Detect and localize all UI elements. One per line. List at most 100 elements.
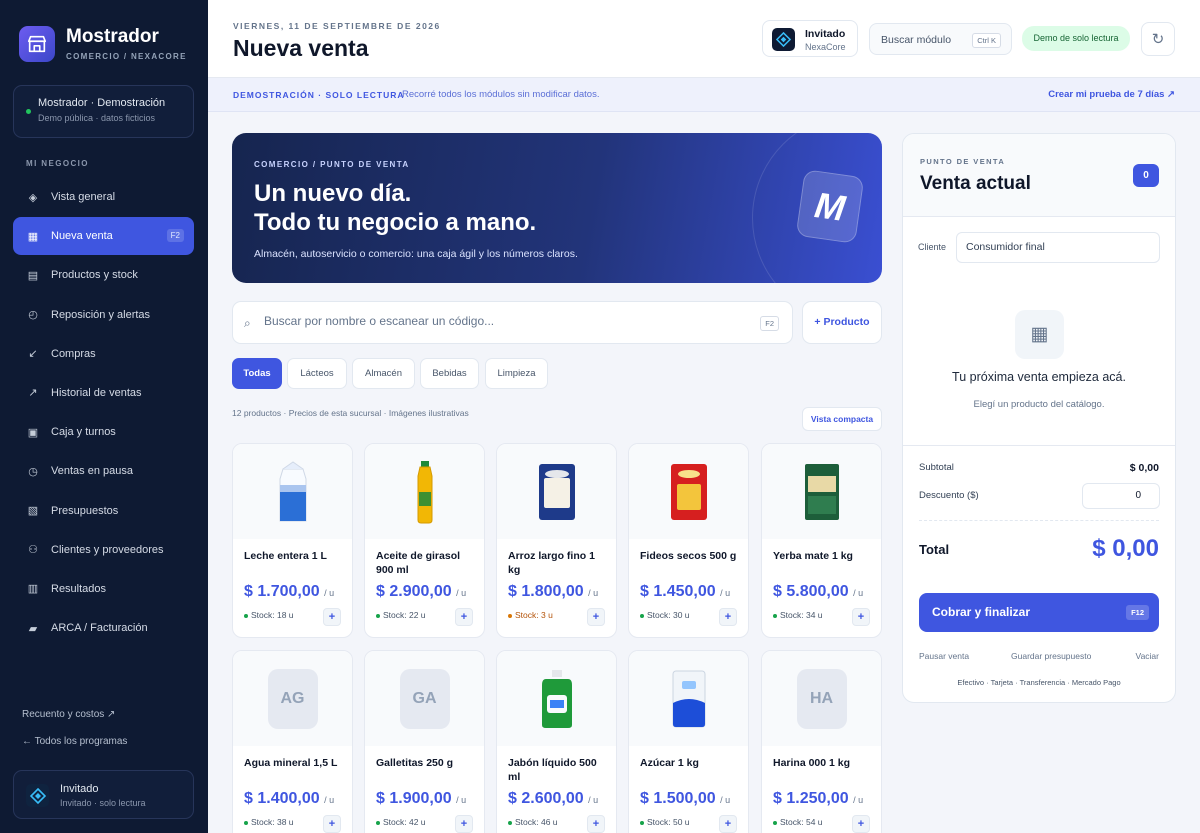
add-to-cart-button[interactable]: + [455, 608, 473, 626]
demo-banner-message: Recorré todos los módulos sin modificar … [402, 89, 600, 100]
add-to-cart-button[interactable]: + [852, 608, 870, 626]
sidebar-item-label: Reposición y alertas [51, 308, 151, 321]
costs-link[interactable]: Recuento y costos ↗ [22, 709, 115, 720]
product-price: $ 1.800,00 / u [508, 583, 599, 600]
product-card[interactable]: Leche entera 1 L $ 1.700,00 / u Stock: 1… [232, 443, 353, 638]
divider [919, 520, 1159, 521]
product-image [629, 651, 748, 746]
shortcut-badge: F2 [760, 316, 779, 331]
divider [903, 445, 1175, 446]
store-icon [19, 26, 55, 62]
product-price: $ 2.900,00 / u [376, 583, 467, 600]
product-card[interactable]: GA Galletitas 250 g $ 1.900,00 / u Stock… [364, 650, 485, 833]
product-search[interactable]: ⌕ F2 [232, 301, 793, 344]
category-limpieza[interactable]: Limpieza [485, 358, 548, 389]
brand-subtitle: COMERCIO / NEXACORE [66, 52, 187, 61]
add-to-cart-button[interactable]: + [323, 608, 341, 626]
category-bebidas[interactable]: Bebidas [420, 358, 479, 389]
product-card[interactable]: AG Agua mineral 1,5 L $ 1.400,00 / u Sto… [232, 650, 353, 833]
yerba-pack-icon [804, 463, 839, 520]
product-stock: Stock: 18 u [244, 610, 294, 620]
product-stock: Stock: 50 u [640, 817, 690, 827]
payment-methods: Efectivo · Tarjeta · Transferencia · Mer… [957, 678, 1121, 687]
table-icon: ▥ [27, 583, 39, 596]
product-card[interactable]: Azúcar 1 kg $ 1.500,00 / u Stock: 50 u + [628, 650, 749, 833]
sidebar-item-historial[interactable]: ↗ Historial de ventas [13, 374, 194, 412]
product-card[interactable]: Jabón líquido 500 ml $ 2.600,00 / u Stoc… [496, 650, 617, 833]
user-card[interactable]: Invitado Invitado · solo lectura [13, 770, 194, 819]
register-icon: ▣ [27, 426, 39, 439]
workspace-selector[interactable]: Mostrador · Demostración Demo pública · … [13, 85, 194, 138]
discount-field[interactable]: 0 [1082, 483, 1160, 509]
sidebar-item-reposicion[interactable]: ◴ Reposición y alertas [13, 296, 194, 334]
product-card[interactable]: Fideos secos 500 g $ 1.450,00 / u Stock:… [628, 443, 749, 638]
product-stock: Stock: 3 u [508, 610, 553, 620]
sidebar-item-caja[interactable]: ▣ Caja y turnos [13, 413, 194, 451]
product-name: Azúcar 1 kg [640, 757, 699, 769]
checkout-label: Cobrar y finalizar [932, 605, 1031, 619]
clear-cart-button[interactable]: Vaciar [1136, 651, 1159, 661]
sidebar-item-nueva-venta[interactable]: ▦ Nueva venta F2 [13, 217, 194, 256]
shortcut-badge: F2 [166, 229, 184, 243]
product-price: $ 1.700,00 / u [244, 583, 335, 600]
sidebar-item-arca[interactable]: ▰ ARCA / Facturación [13, 609, 194, 647]
people-icon: ⚇ [28, 544, 38, 557]
arrow-down-left-icon: ↙ [28, 348, 38, 361]
category-todas[interactable]: Todas [232, 358, 282, 389]
refresh-button[interactable]: ↻ [1141, 22, 1175, 56]
refresh-icon: ↻ [1151, 31, 1165, 48]
client-field[interactable]: Consumidor final [956, 232, 1160, 263]
add-to-cart-button[interactable]: + [852, 815, 870, 833]
product-card[interactable]: Aceite de girasol 900 ml $ 2.900,00 / u … [364, 443, 485, 638]
add-product-button[interactable]: + Producto [802, 301, 882, 344]
sidebar-item-productos[interactable]: ▤ Productos y stock [13, 256, 194, 294]
compact-view-button[interactable]: Vista compacta [802, 407, 882, 431]
product-card[interactable]: HA Harina 000 1 kg $ 1.250,00 / u Stock:… [761, 650, 882, 833]
product-name: Leche entera 1 L [244, 550, 327, 562]
product-card[interactable]: Yerba mate 1 kg $ 5.800,00 / u Stock: 34… [761, 443, 882, 638]
page-title: Nueva venta [233, 35, 369, 61]
sidebar-item-label: Historial de ventas [51, 386, 142, 399]
sidebar-item-clientes[interactable]: ⚇ Clientes y proveedores [13, 531, 194, 569]
hero-logo-mark: M [795, 169, 865, 244]
product-name: Jabón líquido 500 ml [508, 757, 597, 783]
catalog-meta: 12 productos · Precios de esta sucursal … [232, 408, 469, 418]
add-to-cart-button[interactable]: + [587, 815, 605, 833]
sidebar-item-vista-general[interactable]: ◈ Vista general [13, 178, 194, 216]
product-search-input[interactable] [264, 314, 744, 328]
product-image [629, 444, 748, 539]
product-initials: AG [267, 668, 318, 729]
product-card[interactable]: Arroz largo fino 1 kg $ 1.800,00 / u Sto… [496, 443, 617, 638]
category-lacteos[interactable]: Lácteos [287, 358, 347, 389]
add-to-cart-button[interactable]: + [455, 815, 473, 833]
sidebar-item-compras[interactable]: ↙ Compras [13, 335, 194, 373]
checkout-button[interactable]: Cobrar y finalizar F12 [919, 593, 1159, 632]
product-stock: Stock: 34 u [773, 610, 823, 620]
module-search[interactable]: Buscar módulo Ctrl K [869, 23, 1012, 55]
sidebar-item-presupuestos[interactable]: ▧ Presupuestos [13, 492, 194, 530]
empty-cart-subtitle: Elegí un producto del catálogo. [973, 399, 1105, 410]
pause-sale-button[interactable]: Pausar venta [919, 651, 969, 661]
all-programs-link[interactable]: ← Todos los programas [22, 736, 127, 747]
status-dot [26, 109, 31, 114]
clock-icon: ◴ [28, 309, 38, 322]
top-header: VIERNES, 11 DE SEPTIEMBRE DE 2026 Nueva … [208, 0, 1200, 78]
cart-eyebrow: PUNTO DE VENTA [920, 157, 1006, 166]
add-to-cart-button[interactable]: + [587, 608, 605, 626]
add-to-cart-button[interactable]: + [323, 815, 341, 833]
grid-icon: ▦ [1015, 310, 1064, 359]
add-to-cart-button[interactable]: + [719, 608, 737, 626]
brand[interactable]: Mostrador COMERCIO / NEXACORE [19, 26, 187, 62]
sidebar-item-resultados[interactable]: ▥ Resultados [13, 570, 194, 608]
nav-section-label: MI NEGOCIO [26, 159, 89, 168]
module-search-label: Buscar módulo [881, 34, 952, 46]
save-quote-button[interactable]: Guardar presupuesto [1011, 651, 1091, 661]
add-to-cart-button[interactable]: + [719, 815, 737, 833]
sidebar-item-label: Nueva venta [51, 230, 113, 243]
org-switcher[interactable]: Invitado NexaCore [762, 20, 858, 57]
hero-title-line1: Un nuevo día. [254, 180, 412, 207]
create-trial-link[interactable]: Crear mi prueba de 7 días ↗ [1048, 89, 1175, 100]
sidebar-item-ventas-pausa[interactable]: ◷ Ventas en pausa [13, 452, 194, 490]
category-almacen[interactable]: Almacén [352, 358, 415, 389]
pasta-bag-icon [670, 463, 707, 520]
